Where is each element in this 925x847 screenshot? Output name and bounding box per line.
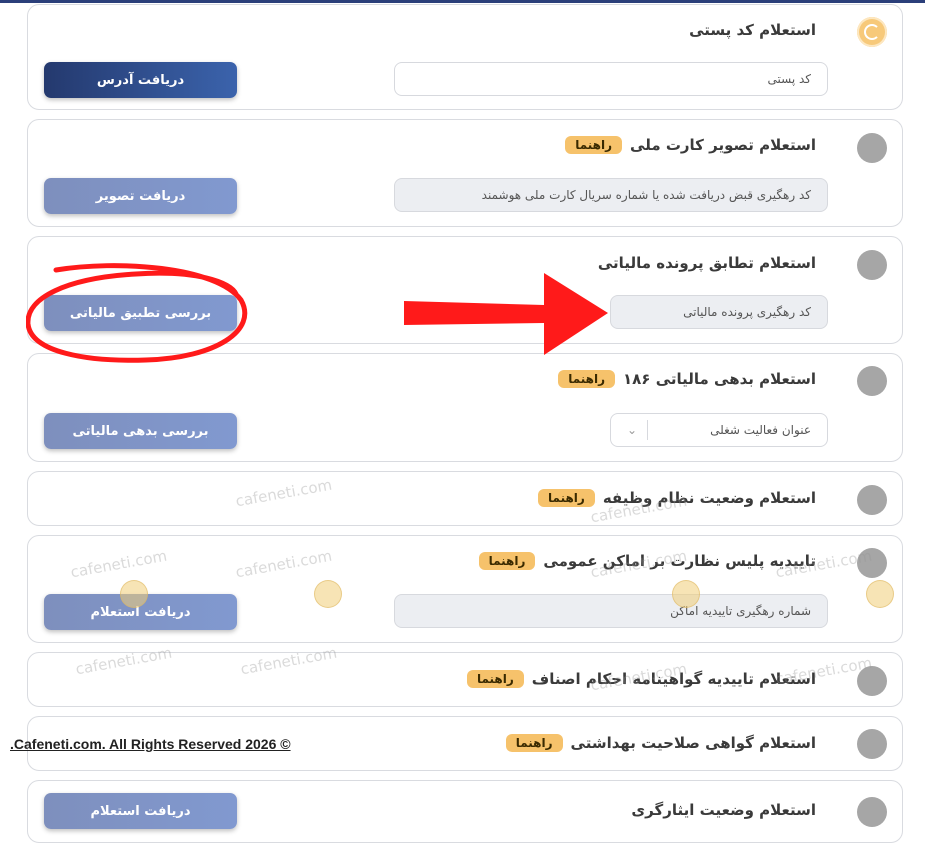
guide-badge[interactable]: راهنما — [505, 734, 563, 752]
watermark-logo-icon — [314, 580, 342, 608]
status-icon — [857, 366, 887, 396]
service-card-national-card: استعلام تصویر کارت ملی راهنما کد رهگیری … — [27, 119, 903, 227]
service-title: استعلام گواهی صلاحیت بهداشتی راهنما — [505, 734, 816, 752]
service-card-postal-code: استعلام کد پستی کد پستی دریافت آدرس — [27, 4, 903, 110]
postal-code-input[interactable]: کد پستی — [394, 62, 828, 96]
tax-file-tracking-input[interactable]: کد رهگیری پرونده مالیاتی — [610, 295, 828, 329]
get-address-button[interactable]: دریافت آدرس — [44, 62, 237, 98]
status-icon — [857, 133, 887, 163]
guide-badge[interactable]: راهنما — [466, 670, 524, 688]
guide-badge[interactable]: راهنما — [538, 489, 595, 507]
guide-badge[interactable]: راهنما — [565, 136, 623, 154]
national-card-tracking-input[interactable]: کد رهگیری قبض دریافت شده یا شماره سریال … — [394, 178, 828, 212]
watermark-logo-icon — [866, 580, 894, 608]
status-icon — [857, 729, 887, 759]
check-tax-debt-button[interactable]: بررسی بدهی مالیاتی — [44, 413, 237, 449]
get-image-button[interactable]: دریافت تصویر — [44, 178, 237, 214]
service-card-veteran-status: استعلام وضعیت ایثارگری دریافت استعلام — [27, 780, 903, 843]
service-title: استعلام بدهی مالیاتی ۱۸۶ راهنما — [558, 370, 816, 388]
chevron-down-icon: ⌄ — [621, 420, 648, 440]
status-icon — [857, 250, 887, 280]
status-icon — [857, 485, 887, 515]
get-inquiry-button[interactable]: دریافت استعلام — [44, 793, 237, 829]
watermark-logo-icon — [120, 580, 148, 608]
status-icon — [857, 17, 887, 47]
service-title: استعلام تطابق پرونده مالیاتی — [597, 254, 816, 272]
watermark-logo-icon — [672, 580, 700, 608]
top-accent-bar — [0, 0, 925, 3]
service-title: استعلام تصویر کارت ملی راهنما — [565, 136, 816, 154]
red-circle-icon — [26, 263, 248, 363]
status-icon — [857, 797, 887, 827]
places-tracking-input[interactable]: شماره رهگیری تاییدیه اماکن — [394, 594, 828, 628]
service-title: استعلام کد پستی — [689, 21, 816, 39]
business-activity-select[interactable]: عنوان فعالیت شغلی ⌄ — [610, 413, 828, 447]
service-card-military-service[interactable]: استعلام وضعیت نظام وظیفه راهنما — [27, 471, 903, 526]
guide-badge[interactable]: راهنما — [478, 552, 536, 570]
red-arrow-icon — [404, 273, 608, 355]
copyright-link[interactable]: .Cafeneti.com. All Rights Reserved 2026 … — [10, 736, 291, 752]
guide-badge[interactable]: راهنما — [558, 370, 615, 388]
service-title: استعلام وضعیت ایثارگری — [631, 801, 816, 819]
